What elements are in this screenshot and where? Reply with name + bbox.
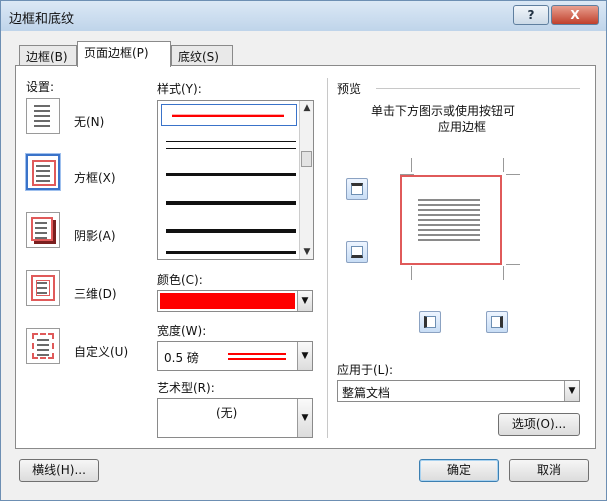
setting-custom-thumb[interactable] xyxy=(26,328,60,364)
width-label: 宽度(W): xyxy=(157,324,207,338)
tab-page-border[interactable]: 页面边框(P) xyxy=(77,41,171,67)
ok-button[interactable]: 确定 xyxy=(419,459,499,482)
help-button[interactable]: ? xyxy=(513,5,549,25)
page-lines-icon xyxy=(418,199,480,244)
cancel-button[interactable]: 取消 xyxy=(509,459,589,482)
left-border-button[interactable] xyxy=(419,311,441,333)
left-border-icon xyxy=(424,316,436,328)
scroll-thumb[interactable] xyxy=(301,151,312,167)
style-list-scrollbar[interactable]: ▲ ▼ xyxy=(299,101,313,259)
crop-mark xyxy=(503,266,504,280)
bottom-border-button[interactable] xyxy=(346,241,368,263)
style-item[interactable] xyxy=(166,251,296,254)
crop-mark xyxy=(506,174,520,175)
setting-none-label[interactable]: 无(N) xyxy=(74,113,104,130)
dialog-title: 边框和底纹 xyxy=(9,12,75,27)
horizontal-line-button[interactable]: 横线(H)... xyxy=(19,459,99,482)
crop-mark xyxy=(506,264,520,265)
crop-mark xyxy=(411,158,412,172)
setting-box-thumb[interactable] xyxy=(26,154,60,190)
chevron-down-icon[interactable]: ▼ xyxy=(297,399,312,437)
page-lines-icon xyxy=(35,222,47,242)
title-bar: 边框和底纹 ? X xyxy=(1,1,606,31)
scroll-down-icon[interactable]: ▼ xyxy=(302,247,312,257)
apply-to-label: 应用于(L): xyxy=(337,363,394,377)
page-lines-icon xyxy=(36,165,50,185)
red-line-sample xyxy=(172,114,284,117)
setting-custom-label[interactable]: 自定义(U) xyxy=(74,343,128,360)
scroll-up-icon[interactable]: ▲ xyxy=(302,103,312,113)
preview-hint-line1: 单击下方图示或使用按钮可 xyxy=(371,104,516,118)
color-label: 颜色(C): xyxy=(157,273,203,287)
style-label: 样式(Y): xyxy=(157,82,202,96)
page-lines-icon xyxy=(34,105,50,130)
style-item[interactable] xyxy=(166,201,296,205)
art-label: 艺术型(R): xyxy=(157,381,215,395)
borders-and-shading-dialog: 边框和底纹 ? X 边框(B) 页面边框(P) 底纹(S) 设置: 无(N) 方… xyxy=(0,0,607,501)
top-border-button[interactable] xyxy=(346,178,368,200)
right-border-icon xyxy=(491,316,503,328)
page-border-panel: 设置: 无(N) 方框(X) 阴影(A) 三维(D) 自定义(U) 样式(Y): xyxy=(15,65,596,449)
preview-label: 预览 xyxy=(337,82,362,96)
crop-mark xyxy=(411,266,412,280)
preview-hint-line2: 应用边框 xyxy=(438,120,487,134)
style-list[interactable]: ▲ ▼ xyxy=(157,100,314,260)
style-selected-item[interactable] xyxy=(161,104,297,126)
settings-label: 设置: xyxy=(26,80,55,94)
page-lines-icon xyxy=(37,282,47,297)
width-value: 0.5 磅 xyxy=(164,351,199,365)
apply-to-dropdown[interactable]: 整篇文档 ▼ xyxy=(337,380,580,402)
chevron-down-icon[interactable]: ▼ xyxy=(297,291,312,311)
art-value: (无) xyxy=(216,406,238,420)
options-button[interactable]: 选项(O)... xyxy=(498,413,580,436)
right-border-button[interactable] xyxy=(486,311,508,333)
style-item[interactable] xyxy=(166,229,296,233)
color-dropdown[interactable]: ▼ xyxy=(157,290,313,312)
width-line-sample xyxy=(228,353,286,355)
preview-rule xyxy=(376,88,580,89)
art-dropdown[interactable]: (无) ▼ xyxy=(157,398,313,438)
color-swatch xyxy=(160,293,295,309)
width-dropdown[interactable]: 0.5 磅 ▼ xyxy=(157,341,313,371)
close-button[interactable]: X xyxy=(551,5,599,25)
apply-to-value: 整篇文档 xyxy=(342,386,391,400)
style-item[interactable] xyxy=(166,173,296,176)
bottom-border-icon xyxy=(351,246,363,258)
setting-3d-thumb[interactable] xyxy=(26,270,60,306)
top-border-icon xyxy=(351,183,363,195)
chevron-down-icon[interactable]: ▼ xyxy=(564,381,579,401)
setting-shadow-thumb[interactable] xyxy=(26,212,60,248)
setting-shadow-label[interactable]: 阴影(A) xyxy=(74,227,116,244)
setting-none-thumb[interactable] xyxy=(26,98,60,134)
page-lines-icon xyxy=(37,339,49,359)
setting-box-label[interactable]: 方框(X) xyxy=(74,169,116,186)
tab-shading[interactable]: 底纹(S) xyxy=(171,45,233,66)
section-divider xyxy=(327,78,328,438)
style-item[interactable] xyxy=(166,148,296,149)
preview-page[interactable] xyxy=(400,175,502,265)
setting-3d-label[interactable]: 三维(D) xyxy=(74,285,117,302)
crop-mark xyxy=(503,158,504,172)
tab-borders[interactable]: 边框(B) xyxy=(19,45,77,66)
style-item[interactable] xyxy=(166,141,296,142)
chevron-down-icon[interactable]: ▼ xyxy=(297,342,312,370)
width-line-sample xyxy=(228,358,286,360)
